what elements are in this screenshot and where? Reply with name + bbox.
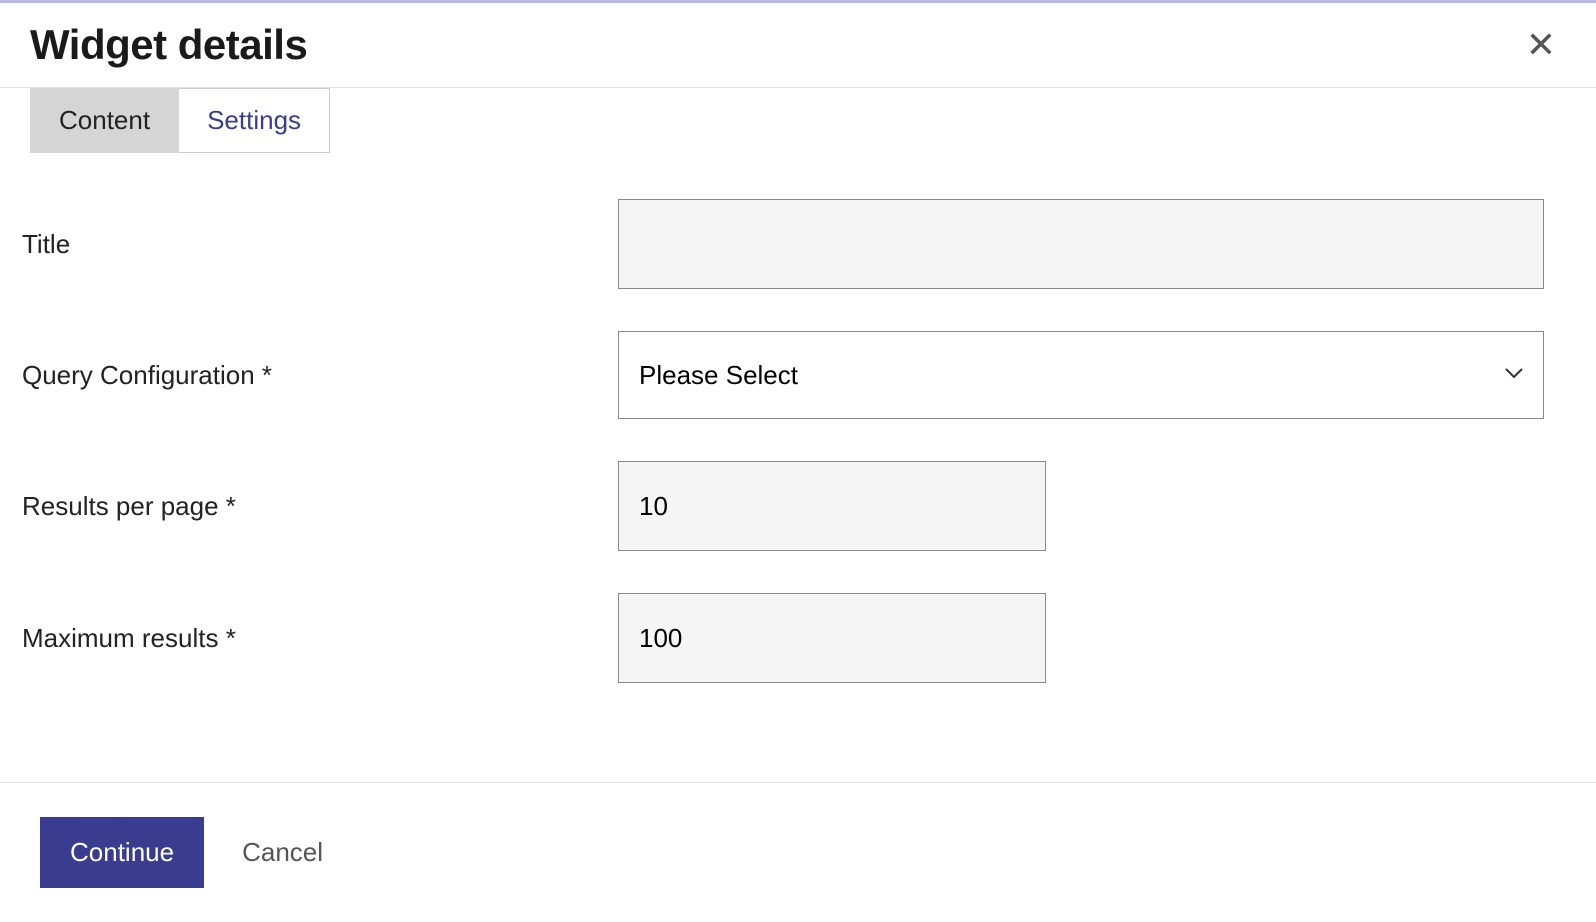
modal-header: Widget details ✕: [0, 3, 1596, 88]
query-config-select-wrapper: Please Select: [618, 331, 1544, 419]
cancel-button[interactable]: Cancel: [232, 817, 333, 888]
title-label: Title: [22, 229, 618, 260]
modal-title: Widget details: [30, 21, 307, 69]
continue-button[interactable]: Continue: [40, 817, 204, 888]
form-row-query-config: Query Configuration * Please Select: [22, 331, 1566, 419]
form-row-results-per-page: Results per page *: [22, 461, 1566, 551]
tabs-container: Content Settings: [0, 88, 1596, 153]
close-icon: ✕: [1526, 24, 1556, 65]
query-config-label: Query Configuration *: [22, 360, 618, 391]
close-button[interactable]: ✕: [1516, 27, 1566, 63]
form-row-title: Title: [22, 199, 1566, 289]
modal-footer: Continue Cancel: [0, 782, 1596, 922]
results-per-page-label: Results per page *: [22, 491, 618, 522]
maximum-results-label: Maximum results *: [22, 623, 618, 654]
query-config-select[interactable]: Please Select: [618, 331, 1544, 419]
form-body: Title Query Configuration * Please Selec…: [0, 153, 1596, 782]
widget-details-modal: Widget details ✕ Content Settings Title …: [0, 3, 1596, 922]
tab-settings[interactable]: Settings: [179, 88, 330, 153]
results-per-page-input[interactable]: [618, 461, 1046, 551]
maximum-results-input[interactable]: [618, 593, 1046, 683]
title-input[interactable]: [618, 199, 1544, 289]
form-row-maximum-results: Maximum results *: [22, 593, 1566, 683]
tab-content[interactable]: Content: [30, 88, 179, 153]
